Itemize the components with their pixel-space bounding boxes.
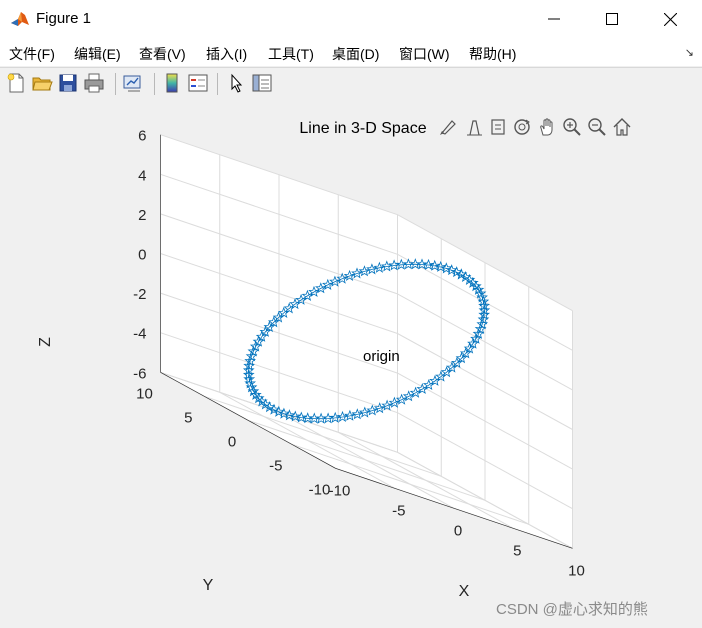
close-button[interactable] xyxy=(644,0,696,38)
title-bar: Figure 1 xyxy=(0,0,702,38)
window-title: Figure 1 xyxy=(36,10,92,27)
matlab-logo-icon xyxy=(11,12,29,26)
colorbar-icon[interactable] xyxy=(161,72,183,94)
rotate-3d-icon[interactable] xyxy=(512,117,532,137)
pan-icon[interactable] xyxy=(537,117,557,137)
export-icon[interactable] xyxy=(488,117,508,137)
open-file-icon[interactable] xyxy=(31,72,53,94)
home-icon[interactable] xyxy=(612,117,632,137)
figure-toolbar xyxy=(0,67,702,101)
minimize-button[interactable] xyxy=(528,0,580,38)
menu-desktop[interactable]: 桌面(D) xyxy=(332,44,379,64)
menu-view[interactable]: 查看(V) xyxy=(139,44,186,64)
toolbar-separator xyxy=(217,73,218,95)
menu-tools[interactable]: 工具(T) xyxy=(268,44,314,64)
menu-edit[interactable]: 编辑(E) xyxy=(74,44,121,64)
toolbar-separator xyxy=(154,73,155,95)
watermark: CSDN @虚心求知的熊 xyxy=(496,601,648,618)
zoom-out-icon[interactable] xyxy=(587,117,607,137)
legend-icon[interactable] xyxy=(187,72,209,94)
link-plot-icon[interactable] xyxy=(122,72,144,94)
menu-file[interactable]: 文件(F) xyxy=(9,44,55,64)
maximize-button[interactable] xyxy=(586,0,638,38)
print-icon[interactable] xyxy=(83,72,105,94)
zoom-in-icon[interactable] xyxy=(562,117,582,137)
new-figure-icon[interactable] xyxy=(5,72,27,94)
menu-bar: 文件(F) 编辑(E) 查看(V) 插入(I) 工具(T) 桌面(D) 窗口(W… xyxy=(0,38,702,66)
brush-icon[interactable] xyxy=(438,117,458,137)
property-inspector-icon[interactable] xyxy=(251,72,273,94)
figure-canvas xyxy=(0,100,702,628)
close-icon xyxy=(663,12,677,26)
toolbar-separator xyxy=(115,73,116,95)
minimize-icon xyxy=(548,18,560,20)
menu-insert[interactable]: 插入(I) xyxy=(206,44,247,64)
menu-help[interactable]: 帮助(H) xyxy=(469,44,516,64)
pointer-icon[interactable] xyxy=(225,72,247,94)
data-tips-icon[interactable] xyxy=(464,117,484,137)
menu-window[interactable]: 窗口(W) xyxy=(399,44,450,64)
maximize-icon xyxy=(606,13,618,25)
dock-arrow-icon[interactable]: ↘ xyxy=(685,46,694,59)
save-icon[interactable] xyxy=(57,72,79,94)
